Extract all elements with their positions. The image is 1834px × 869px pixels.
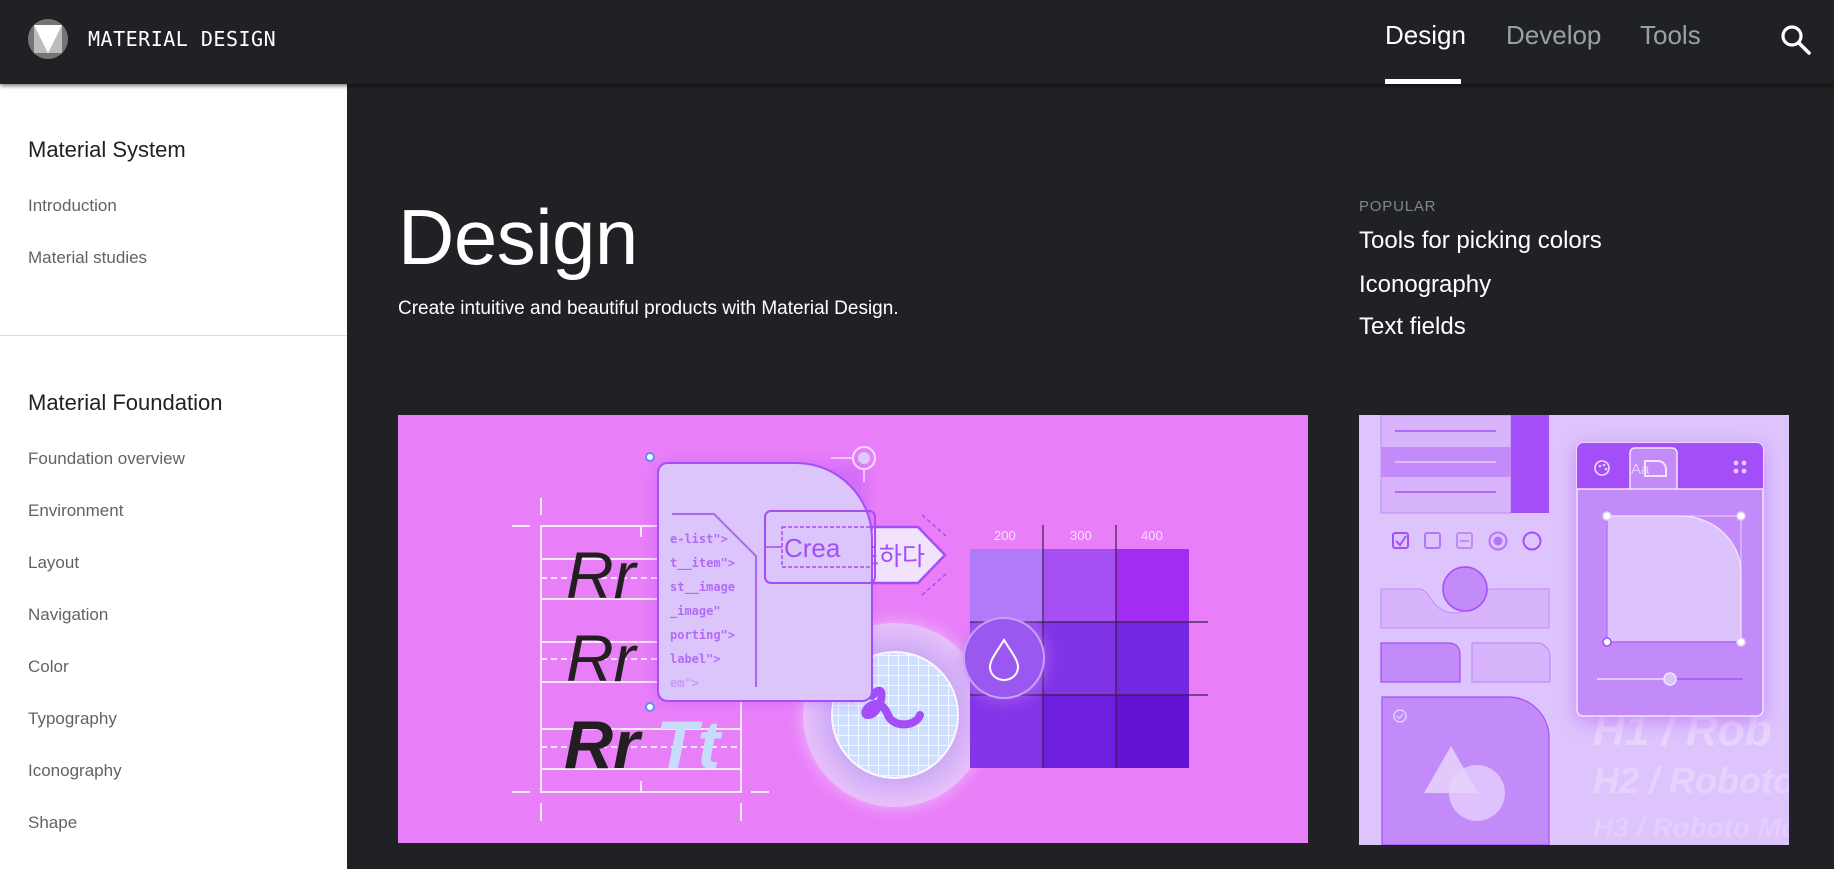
popular-label: POPULAR: [1359, 198, 1437, 215]
color-swatch: [1043, 549, 1116, 622]
type-sample-bold: Rr: [564, 707, 643, 783]
type-scale-h3: H3 / Roboto Mo: [1593, 812, 1789, 843]
sidebar-item-foundation-overview[interactable]: Foundation overview: [28, 449, 185, 469]
color-swatch: [1116, 549, 1189, 622]
corner-radius-slider[interactable]: [1663, 672, 1677, 686]
code-line: _image": [670, 604, 721, 619]
code-line: st__image: [670, 580, 735, 595]
code-line: t__item">: [670, 556, 735, 571]
material-logo-icon[interactable]: [28, 19, 68, 59]
type-scale-h2: H2 / Roboto: [1593, 760, 1789, 801]
popular-link-text-fields[interactable]: Text fields: [1359, 313, 1466, 341]
top-app-bar: MATERIAL DESIGN Design Develop Tools: [0, 0, 1834, 84]
tab-design[interactable]: Design: [1385, 20, 1466, 51]
tab-develop[interactable]: Develop: [1506, 20, 1601, 51]
sidebar-item-iconography[interactable]: Iconography: [28, 761, 122, 781]
shape-preview: [1606, 515, 1742, 643]
sidebar-item-layout[interactable]: Layout: [28, 553, 79, 573]
selection-handle: [645, 452, 655, 462]
search-button[interactable]: [1778, 22, 1814, 58]
sidebar-item-typography[interactable]: Typography: [28, 709, 117, 729]
swatch-label-300: 300: [1070, 528, 1092, 543]
sidebar-item-navigation[interactable]: Navigation: [28, 605, 108, 625]
code-line: e-list">: [670, 532, 728, 546]
type-sample-tt: Tt: [656, 707, 723, 783]
selection-handle: [645, 702, 655, 712]
code-line: label">: [670, 652, 721, 666]
active-tab-indicator: [1385, 79, 1461, 84]
sidebar-section-material-foundation[interactable]: Material Foundation: [28, 390, 222, 416]
circle-shape: [1449, 765, 1505, 821]
search-icon: [1781, 25, 1811, 55]
code-line: porting">: [670, 628, 735, 642]
tab-tools[interactable]: Tools: [1640, 20, 1701, 51]
sidebar-item-material-studies[interactable]: Material studies: [28, 248, 147, 268]
page-title: Design: [398, 193, 638, 281]
theming-illustration: H1 / Rob H2 / Roboto H3 / Roboto Mo Aa: [1380, 415, 1789, 845]
brand-title[interactable]: MATERIAL DESIGN: [88, 27, 276, 51]
sidebar-item-environment[interactable]: Environment: [28, 501, 123, 521]
sidebar-item-color[interactable]: Color: [28, 657, 69, 677]
color-swatch: [1116, 622, 1189, 695]
list-component: [1380, 415, 1549, 514]
sidebar-item-introduction[interactable]: Introduction: [28, 196, 117, 216]
color-swatch: [1116, 695, 1189, 768]
sidebar-item-shape[interactable]: Shape: [28, 813, 77, 833]
page-subtitle: Create intuitive and beautiful products …: [398, 298, 899, 319]
color-swatch: [970, 695, 1043, 768]
type-sample-light: Rr: [566, 538, 639, 612]
design-hero-card[interactable]: Rr Rr Rr Tt 200 300 400 조하다 e-list"> t__…: [398, 415, 1308, 843]
color-swatch: [1043, 622, 1116, 695]
popular-link-color-tools[interactable]: Tools for picking colors: [1359, 227, 1602, 255]
shape-card: [1471, 642, 1551, 683]
material-theming-card[interactable]: H1 / Rob H2 / Roboto H3 / Roboto Mo Aa: [1359, 415, 1789, 845]
code-line: em">: [670, 676, 699, 690]
design-illustration: Rr Rr Rr Tt 200 300 400 조하다 e-list">t__i…: [512, 446, 1208, 821]
popular-link-iconography[interactable]: Iconography: [1359, 271, 1491, 299]
sidebar: Material System Introduction Material st…: [0, 84, 347, 869]
color-swatch: [1043, 695, 1116, 768]
swatch-label-200: 200: [994, 528, 1016, 543]
bottom-app-bar: [1380, 566, 1550, 629]
shape-card: [1380, 642, 1461, 683]
type-sample-regular: Rr: [566, 621, 639, 695]
selection-controls: [1392, 531, 1542, 551]
swatch-label-400: 400: [1141, 528, 1163, 543]
chip-text: Crea: [784, 533, 841, 563]
sidebar-section-material-system[interactable]: Material System: [28, 137, 186, 163]
theme-editor-panel: Aa: [1576, 442, 1764, 717]
color-swatch: [970, 549, 1043, 622]
sidebar-divider: [0, 335, 347, 336]
color-drop-button: [963, 617, 1045, 699]
